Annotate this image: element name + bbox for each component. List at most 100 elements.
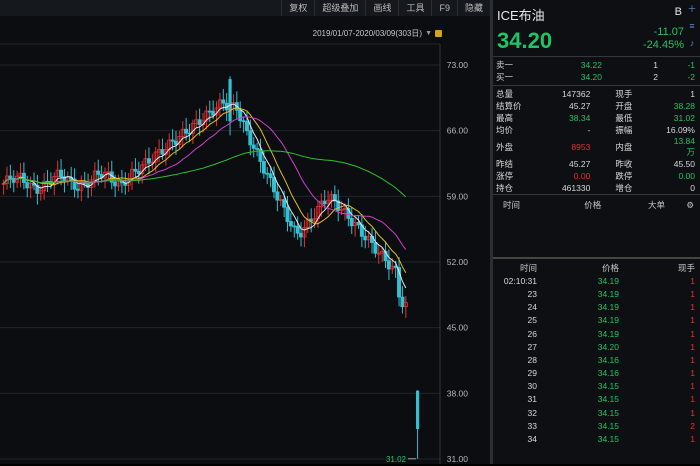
ask-price: 34.22: [580, 60, 602, 70]
trade-row: 24 34.19 1: [493, 301, 700, 314]
y-tick-label: 59.00: [447, 191, 469, 201]
settings-icon[interactable]: ⚙: [686, 200, 694, 211]
stat-label: 总量: [496, 89, 514, 99]
stat-value: 13.84万: [673, 136, 695, 157]
date-range-selector[interactable]: 2019/01/07-2020/03/09(303日) ▼: [313, 28, 442, 39]
trade-row: 28 34.16 1: [493, 353, 700, 366]
trade-price: 34.19: [597, 315, 619, 326]
toolbar-fuquan-button[interactable]: 复权: [281, 0, 314, 16]
moving-average-line: [3, 150, 407, 198]
trade-price: 34.19: [597, 275, 619, 286]
trade-price: 34.15: [597, 407, 619, 418]
stats-row: 均价 - 振幅 16.09%: [493, 124, 698, 136]
candle-body: [238, 109, 243, 122]
trade-volume: 1: [690, 407, 695, 418]
divider: [493, 85, 700, 86]
add-icon[interactable]: ＋: [686, 3, 698, 15]
toolbar-draw-button[interactable]: 画线: [365, 0, 398, 16]
moving-average-line: [3, 107, 407, 273]
trade-time: 25: [527, 315, 537, 326]
stat-value: 8953: [571, 142, 591, 152]
bell-icon[interactable]: ♪: [686, 37, 698, 49]
candle-body: [386, 260, 391, 270]
chart-toolbar: 复权 超级叠加 画线 工具 F9 隐藏: [0, 0, 490, 16]
stat-value: 45.50: [673, 159, 695, 169]
trade-time: 02:10:31: [503, 275, 537, 286]
stat-value: 38.34: [569, 113, 591, 123]
candle-body: [373, 242, 378, 254]
toolbar-tools-button[interactable]: 工具: [398, 0, 431, 16]
stat-value: 16.09%: [666, 125, 695, 135]
trade-price: 34.19: [597, 288, 619, 299]
trade-volume: 1: [690, 328, 695, 339]
stat-label: 昨收: [615, 159, 633, 169]
candle-body: [255, 148, 260, 150]
list-icon[interactable]: ≡: [686, 20, 698, 32]
trade-price: 34.20: [597, 341, 619, 352]
stat-value: 1: [690, 89, 695, 99]
trade-price: 34.15: [597, 420, 619, 431]
stat-label: 开盘: [615, 101, 633, 111]
stat-label: 涨停: [496, 171, 514, 181]
stat-value: -: [587, 125, 591, 135]
toolbar-f9-button[interactable]: F9: [431, 0, 457, 16]
stats-table: 总量 147362 现手 1 结算价 45.27 开盘 38.28 最高 38.34 最低 31.02…: [493, 88, 698, 194]
stat-value: 147362: [561, 89, 591, 99]
trade-price: 34.15: [597, 381, 619, 392]
trading-app: 复权 超级叠加 画线 工具 F9 隐藏 73.00 66.00 59.00 52.00…: [0, 0, 700, 464]
candle-body: [113, 181, 118, 187]
toolbar-overlay-button[interactable]: 超级叠加: [314, 0, 365, 16]
last-price: 34.20: [497, 28, 553, 53]
candle-body: [292, 225, 297, 228]
trade-volume: 1: [690, 368, 695, 379]
candle-body: [265, 172, 270, 175]
candle-body: [25, 182, 30, 189]
candle-body: [400, 296, 405, 308]
candle-body: [133, 168, 138, 172]
kline-chart[interactable]: 73.00 66.00 59.00 52.00 45.00 38.00 31.00 31.02…: [0, 16, 490, 464]
low-price-label: 31.02: [386, 455, 407, 464]
trade-time: 23: [527, 288, 537, 299]
trade-time: 24: [527, 302, 537, 313]
toolbar-hide-button[interactable]: 隐藏: [456, 0, 490, 16]
price-change: -11.07 -24.45%: [643, 26, 684, 52]
trade-price: 34.19: [597, 302, 619, 313]
candle-body: [207, 110, 212, 113]
candle-body: [271, 177, 276, 193]
stat-label: 昨结: [496, 159, 514, 169]
candle-body: [275, 191, 280, 201]
trade-volume: 1: [690, 394, 695, 405]
trade-time: 32: [527, 407, 537, 418]
stat-label: 持仓: [496, 183, 514, 193]
candle-body: [211, 110, 216, 116]
trade-time: 29: [527, 368, 537, 379]
candle-body: [75, 188, 80, 191]
stat-label: 内盘: [615, 142, 633, 152]
stat-value: 461330: [561, 183, 591, 193]
kline-svg[interactable]: 73.00 66.00 59.00 52.00 45.00 38.00 31.00 31.02: [0, 16, 490, 464]
stats-row: 结算价 45.27 开盘 38.28: [493, 100, 698, 112]
trade-time: 26: [527, 328, 537, 339]
candle-body: [363, 235, 368, 241]
candle-body: [197, 119, 202, 126]
ask-volume: 1: [653, 60, 658, 70]
trade-price: 34.15: [597, 434, 619, 445]
lock-icon[interactable]: [435, 30, 442, 37]
stat-label: 最低: [615, 113, 633, 123]
candle-body: [268, 173, 273, 179]
candle-body: [184, 128, 189, 134]
trade-volume: 1: [690, 381, 695, 392]
stats-row: 持仓 461330 增仓 0: [493, 182, 698, 194]
stat-label: 最高: [496, 113, 514, 123]
candle-body: [59, 169, 64, 178]
stat-label: 外盘: [496, 142, 514, 152]
trade-volume: 1: [690, 434, 695, 445]
stat-value: 0.00: [678, 171, 695, 181]
stat-label: 结算价: [496, 101, 522, 111]
trade-time: 27: [527, 341, 537, 352]
trade-list[interactable]: 02:10:31 34.19 1 23 34.19 1 24 34.19 1 25 34.19 1 26…: [493, 274, 700, 445]
dropdown-arrow-icon[interactable]: ▼: [425, 30, 432, 37]
trade-col-time: 时间: [519, 262, 537, 273]
trade-time: 34: [527, 434, 537, 445]
divider: [493, 56, 700, 57]
